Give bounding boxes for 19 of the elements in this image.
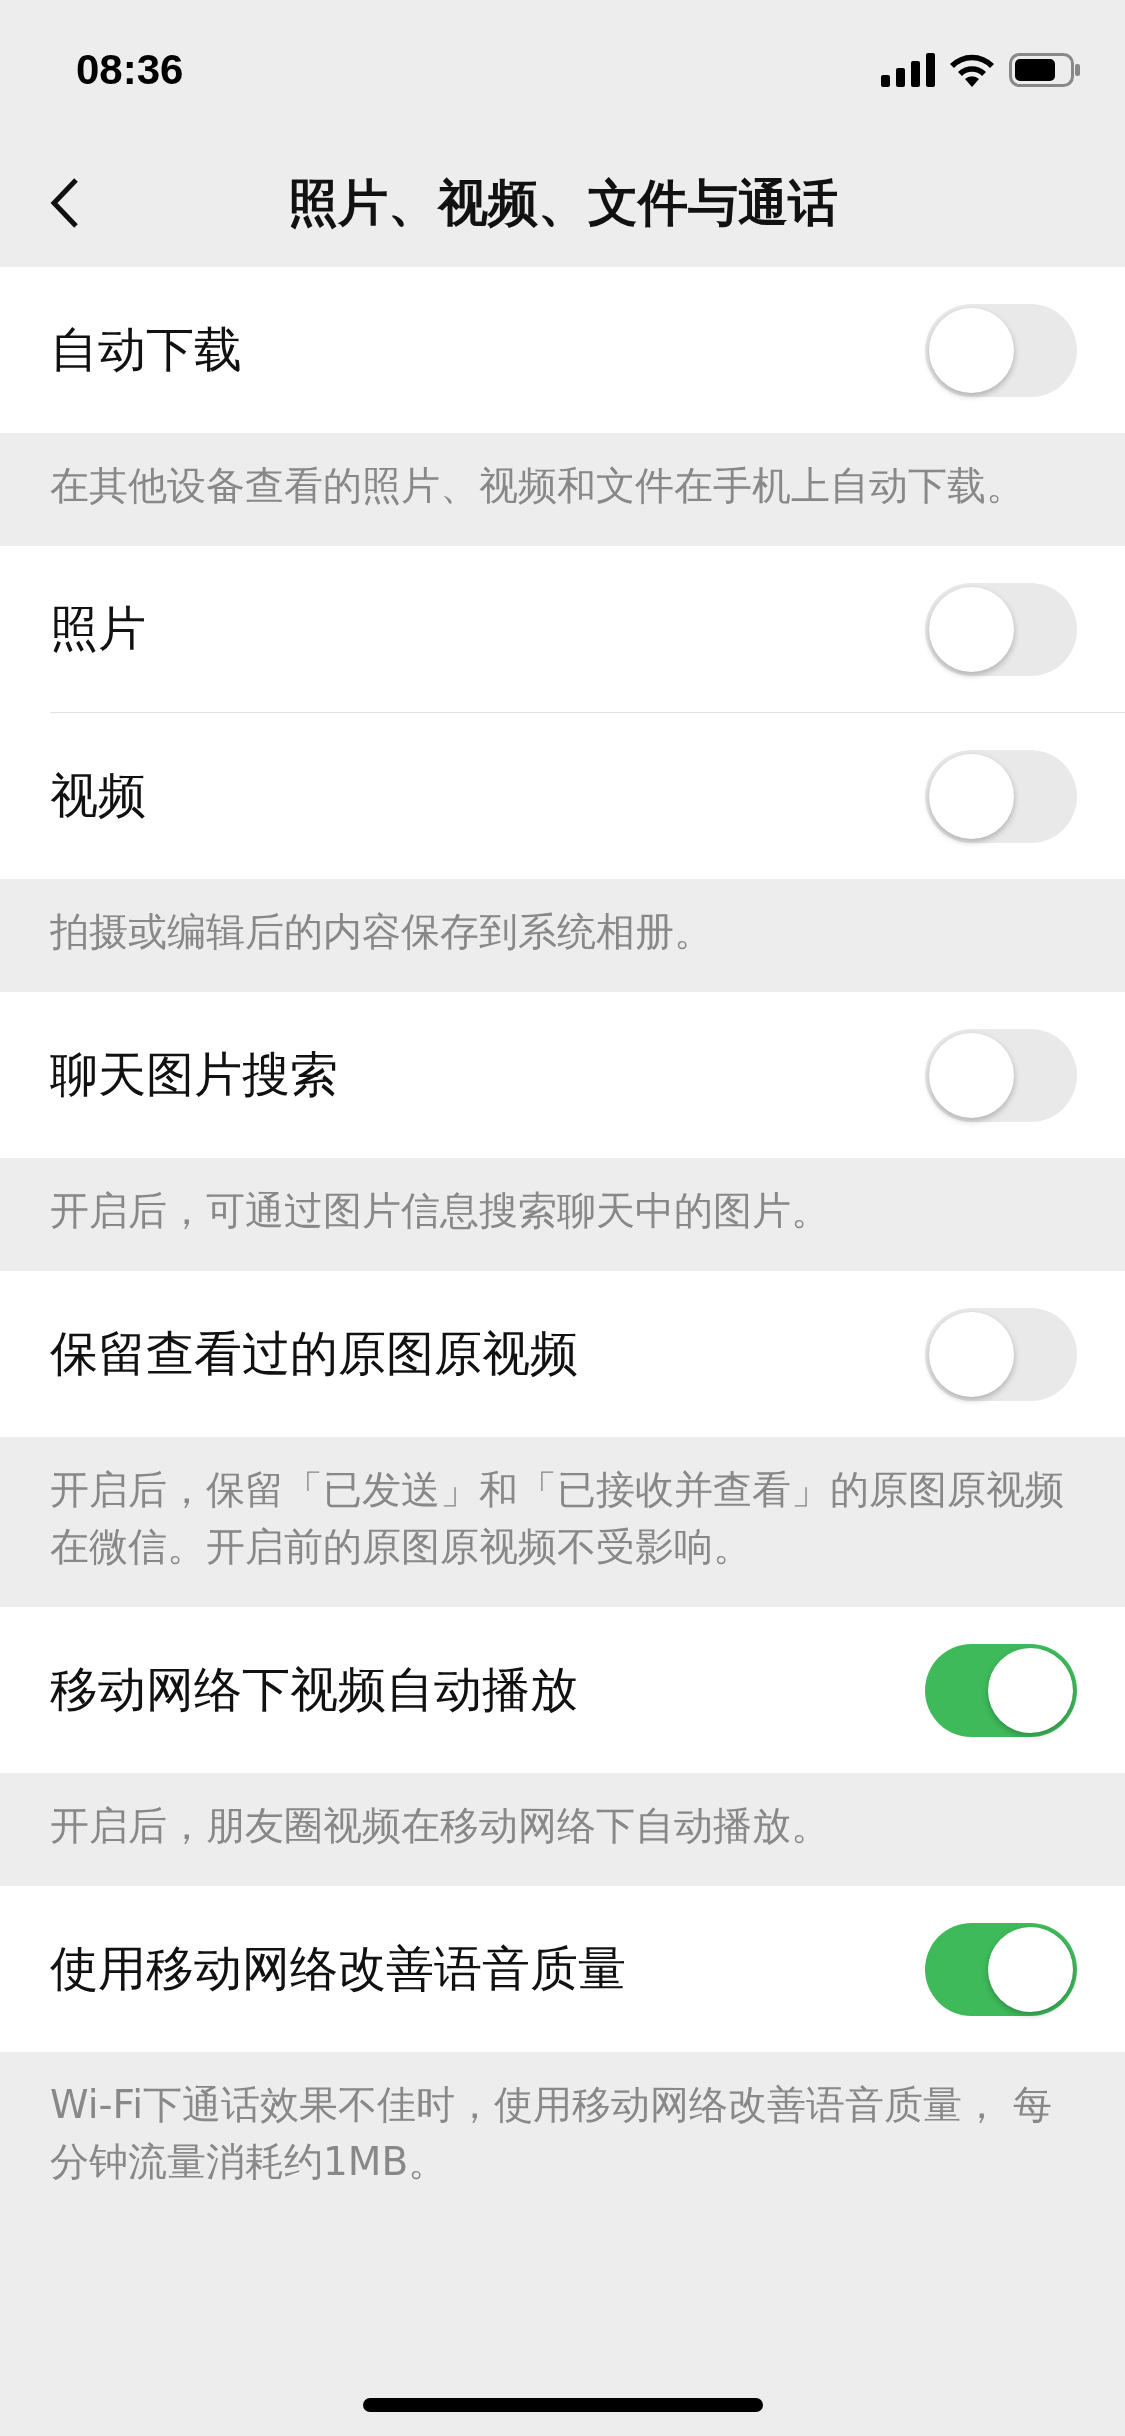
wifi-icon <box>949 53 995 87</box>
setting-label: 保留查看过的原图原视频 <box>50 1324 578 1383</box>
setting-description: 开启后，可通过图片信息搜索聊天中的图片。 <box>49 1187 831 1235</box>
setting-label: 使用移动网络改善语音质量 <box>50 1939 626 1998</box>
setting-description: 开启后，朋友圈视频在移动网络下自动播放。 <box>49 1802 831 1850</box>
setting-label: 视频 <box>50 766 146 825</box>
status-time: 08:36 <box>76 46 184 94</box>
setting-label: 聊天图片搜索 <box>50 1045 338 1104</box>
setting-description: 开启后，保留「已发送」和「已接收并查看」的原图原视频在微信。开启前的原图原视频不受影响。 <box>49 1466 1065 1571</box>
setting-description: Wi-Fi下通话效果不佳时，使用移动网络改善语音质量， 每分钟流量消耗约1MB。 <box>49 2081 1054 2186</box>
setting-label: 自动下载 <box>50 320 242 379</box>
back-icon[interactable] <box>50 177 80 229</box>
setting-description: 在其他设备查看的照片、视频和文件在手机上自动下载。 <box>49 462 1026 510</box>
signal-icon <box>881 53 935 87</box>
page-title: 照片、视频、文件与通话 <box>287 173 838 234</box>
battery-icon <box>1009 53 1081 87</box>
setting-label: 移动网络下视频自动播放 <box>50 1660 578 1719</box>
setting-description: 拍摄或编辑后的内容保存到系统相册。 <box>49 908 714 956</box>
setting-label: 照片 <box>50 599 146 658</box>
